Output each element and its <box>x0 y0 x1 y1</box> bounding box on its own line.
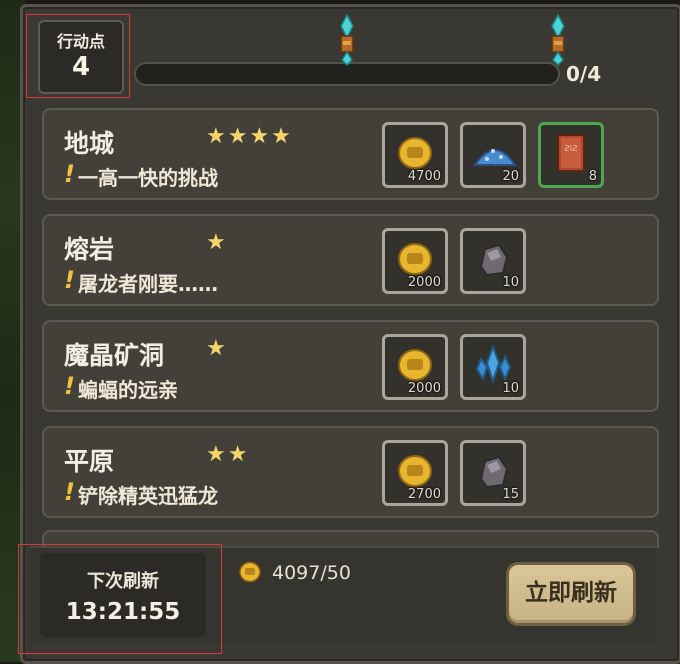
reward-slot-ore[interactable]: 10 <box>460 228 526 294</box>
reward-slot-gold[interactable]: 2700 <box>382 440 448 506</box>
progress-text: 0/4 <box>566 62 602 86</box>
reward-quantity: 10 <box>502 275 519 290</box>
reward-slot-book[interactable]: ƧƖƧ 8 <box>538 122 604 188</box>
refresh-now-button[interactable]: 立即刷新 <box>506 562 636 626</box>
exclamation-icon: ! <box>64 266 75 294</box>
gold-count: 4097/50 <box>272 562 351 584</box>
difficulty-stars: ★ <box>206 230 228 255</box>
milestone-crystal-icon <box>551 14 565 66</box>
exclamation-icon: ! <box>64 478 75 506</box>
reward-quantity: 2700 <box>407 487 441 502</box>
dungeon-row-crystal-cave[interactable]: 魔晶矿洞 ★ ! 蝙蝠的远亲 2000 10 <box>42 320 659 412</box>
reward-slot-powder[interactable]: 20 <box>460 122 526 188</box>
reward-quantity: 8 <box>588 169 597 184</box>
highlight-frame-action-points <box>26 14 130 98</box>
dungeon-subtitle: 一高一快的挑战 <box>78 166 218 190</box>
reward-slot-gold[interactable]: 2000 <box>382 334 448 400</box>
dungeon-subtitle: 屠龙者刚要…… <box>78 272 218 296</box>
reward-quantity: 20 <box>502 169 519 184</box>
exclamation-icon: ! <box>64 160 75 188</box>
reward-slot-gold[interactable]: 4700 <box>382 122 448 188</box>
spellbook-icon: ƧƖƧ <box>557 134 585 172</box>
dungeon-row-lava[interactable]: 熔岩 ★ ! 屠龙者刚要…… 2000 10 <box>42 214 659 306</box>
dungeon-row-dungeon[interactable]: 地城 ★★★★ ! 一高一快的挑战 4700 20 ƧƖƧ 8 <box>42 108 659 200</box>
reward-quantity: 4700 <box>407 169 441 184</box>
reward-slot-gold[interactable]: 2000 <box>382 228 448 294</box>
dungeon-name: 魔晶矿洞 <box>64 341 165 370</box>
exclamation-icon: ! <box>64 372 75 400</box>
dungeon-name: 地城 <box>64 129 115 158</box>
dungeon-name: 平原 <box>64 447 115 476</box>
reward-quantity: 2000 <box>407 381 441 396</box>
reward-quantity: 2000 <box>407 275 441 290</box>
difficulty-stars: ★ <box>206 336 228 361</box>
dungeon-name: 熔岩 <box>64 235 115 264</box>
dungeon-subtitle: 蝙蝠的远亲 <box>78 378 178 402</box>
difficulty-stars: ★★★★ <box>206 124 293 149</box>
reward-quantity: 10 <box>502 381 519 396</box>
svg-text:ƧƖƧ: ƧƖƧ <box>565 144 578 153</box>
reward-quantity: 15 <box>502 487 519 502</box>
dungeon-subtitle: 铲除精英迅猛龙 <box>78 484 218 508</box>
gold-coin-icon <box>239 561 261 583</box>
highlight-frame-refresh <box>18 544 222 654</box>
reward-slot-ore[interactable]: 15 <box>460 440 526 506</box>
reward-slot-crystal[interactable]: 10 <box>460 334 526 400</box>
dungeon-row-plains[interactable]: 平原 ★★ ! 铲除精英迅猛龙 2700 15 <box>42 426 659 518</box>
milestone-crystal-icon <box>340 14 354 66</box>
difficulty-stars: ★★ <box>206 442 250 467</box>
